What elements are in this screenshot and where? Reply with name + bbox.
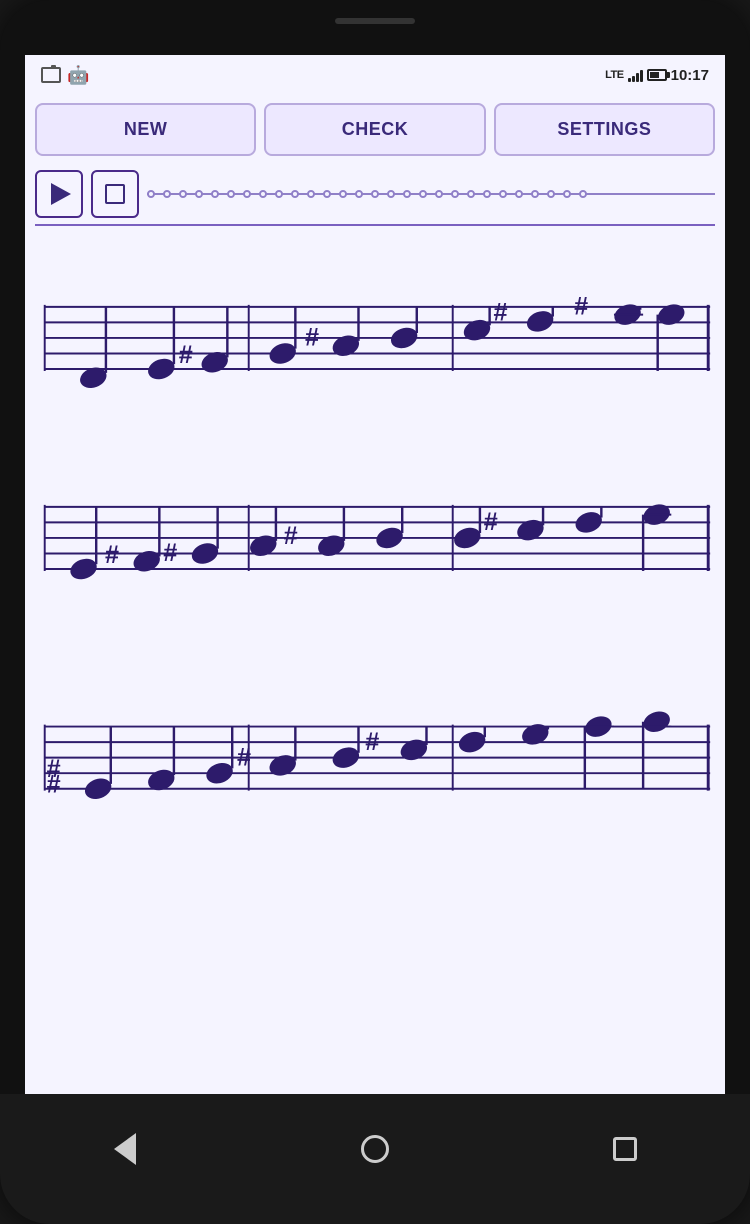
- progress-dot: [195, 190, 203, 198]
- svg-text:#: #: [163, 539, 177, 567]
- progress-dot: [179, 190, 187, 198]
- progress-dot: [403, 190, 411, 198]
- nav-bar: [0, 1094, 750, 1224]
- phone-frame: 🤖 LTE 10:17 NEW CHECK SETTINGS: [0, 0, 750, 1224]
- progress-dot: [563, 190, 571, 198]
- progress-dot: [451, 190, 459, 198]
- staff-2: # # #: [35, 446, 715, 626]
- progress-dot: [435, 190, 443, 198]
- svg-text:#: #: [237, 743, 251, 771]
- progress-dot: [307, 190, 315, 198]
- battery-fill: [650, 72, 659, 78]
- signal-bar-4: [640, 70, 643, 82]
- staff-3: # # #: [35, 646, 715, 846]
- signal-bar-1: [628, 78, 631, 82]
- lte-badge: LTE: [605, 69, 623, 81]
- progress-dot: [515, 190, 523, 198]
- back-icon: [114, 1133, 136, 1165]
- progress-dot: [243, 190, 251, 198]
- battery-icon: [647, 69, 667, 81]
- progress-dot: [211, 190, 219, 198]
- signal-bar-3: [636, 73, 639, 82]
- play-button[interactable]: [35, 170, 83, 218]
- progress-dot: [339, 190, 347, 198]
- sheet-music-area: # #: [25, 226, 725, 856]
- progress-dot: [259, 190, 267, 198]
- progress-dot: [291, 190, 299, 198]
- android-icon: 🤖: [67, 65, 89, 86]
- svg-text:#: #: [305, 324, 319, 352]
- home-icon: [361, 1135, 389, 1163]
- playback-bar: [25, 164, 725, 224]
- time-display: 10:17: [671, 67, 709, 84]
- signal-bars: [628, 68, 643, 82]
- progress-dot: [467, 190, 475, 198]
- staff-2-svg: # # #: [35, 446, 715, 626]
- status-right: LTE 10:17: [605, 67, 709, 84]
- progress-dot: [275, 190, 283, 198]
- svg-text:#: #: [47, 771, 61, 799]
- progress-dot: [547, 190, 555, 198]
- phone-screen: 🤖 LTE 10:17 NEW CHECK SETTINGS: [25, 55, 725, 1094]
- stop-button[interactable]: [91, 170, 139, 218]
- progress-dot: [355, 190, 363, 198]
- status-left: 🤖: [41, 65, 89, 86]
- svg-text:#: #: [105, 541, 119, 569]
- progress-dot: [419, 190, 427, 198]
- toolbar: NEW CHECK SETTINGS: [25, 95, 725, 164]
- progress-dot: [483, 190, 491, 198]
- progress-dot: [579, 190, 587, 198]
- check-button[interactable]: CHECK: [264, 103, 485, 156]
- signal-bar-2: [632, 76, 635, 82]
- speaker-notch: [335, 18, 415, 24]
- back-button[interactable]: [100, 1124, 150, 1174]
- svg-text:#: #: [365, 728, 379, 756]
- svg-text:#: #: [574, 293, 588, 321]
- progress-dot: [323, 190, 331, 198]
- staff-1: # #: [35, 246, 715, 426]
- play-icon: [51, 183, 71, 205]
- recents-button[interactable]: [600, 1124, 650, 1174]
- progress-dot: [147, 190, 155, 198]
- status-bar: 🤖 LTE 10:17: [25, 55, 725, 95]
- recents-icon: [613, 1137, 637, 1161]
- sd-card-icon: [41, 67, 61, 83]
- svg-text:#: #: [179, 341, 193, 369]
- staff-3-svg: # # #: [35, 646, 715, 846]
- staff-1-svg: # #: [35, 246, 715, 426]
- new-button[interactable]: NEW: [35, 103, 256, 156]
- svg-text:#: #: [484, 508, 498, 536]
- progress-dot: [531, 190, 539, 198]
- home-button[interactable]: [350, 1124, 400, 1174]
- settings-button[interactable]: SETTINGS: [494, 103, 715, 156]
- stop-icon: [105, 184, 125, 204]
- progress-track[interactable]: [147, 184, 715, 204]
- svg-text:#: #: [494, 298, 508, 326]
- progress-dot: [371, 190, 379, 198]
- progress-dots: [147, 190, 715, 198]
- svg-text:#: #: [284, 522, 298, 550]
- progress-dot: [499, 190, 507, 198]
- progress-dot: [387, 190, 395, 198]
- progress-dot: [163, 190, 171, 198]
- progress-dot: [227, 190, 235, 198]
